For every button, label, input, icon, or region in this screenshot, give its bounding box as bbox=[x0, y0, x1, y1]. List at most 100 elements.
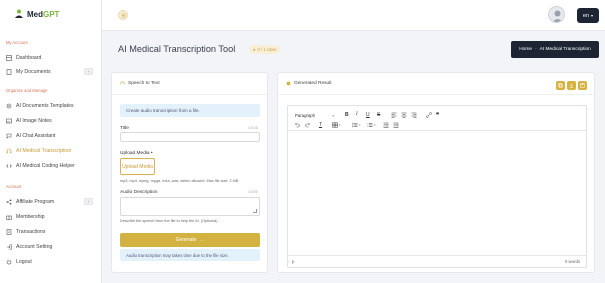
save-icon bbox=[580, 83, 585, 88]
audio-description-textarea[interactable] bbox=[120, 197, 260, 216]
clear-format-button[interactable]: T bbox=[319, 122, 322, 128]
sidebar-item-membership[interactable]: Membership bbox=[6, 211, 96, 222]
word-count: 0 words bbox=[564, 259, 580, 264]
upload-media-button[interactable]: Upload Media bbox=[120, 158, 155, 175]
info-alert: Create audio transcription from a file. bbox=[120, 104, 260, 117]
section-account: Account bbox=[6, 184, 22, 189]
underline-button[interactable]: U bbox=[366, 112, 370, 118]
sidebar-item-label: AI Documents Templates bbox=[16, 102, 74, 109]
power-icon bbox=[6, 259, 12, 264]
sidebar-item-ai-medical-transcription[interactable]: AI Medical Transcription bbox=[6, 145, 96, 156]
description-char-count: 0/200 bbox=[248, 190, 258, 194]
quote-button[interactable]: ❞ bbox=[436, 112, 439, 119]
sidebar-toggle-button[interactable] bbox=[118, 10, 128, 20]
avatar[interactable] bbox=[548, 6, 565, 23]
sidebar-item-label: Transactions bbox=[16, 228, 46, 235]
undo-button[interactable] bbox=[294, 122, 300, 128]
speech-to-text-card: Speech to Text Create audio transcriptio… bbox=[111, 72, 268, 273]
resize-handle[interactable] bbox=[253, 209, 257, 213]
card-title: Speech to Text bbox=[128, 81, 160, 86]
table-icon bbox=[332, 122, 338, 128]
sidebar-item-affiliate-program[interactable]: Affiliate Program + bbox=[6, 196, 96, 207]
expand-badge[interactable]: + bbox=[84, 68, 93, 75]
audio-description-label: Audio Description bbox=[120, 190, 158, 195]
card-title: Generated Result bbox=[294, 81, 332, 86]
sidebar-item-label: Affiliate Program bbox=[16, 198, 55, 205]
rich-text-editor[interactable]: Paragraph ▾ B I U S ❞ T ▾ ▾ ▾ p 0 words bbox=[287, 105, 587, 268]
generated-result-card: Generated Result Paragraph ▾ B I U S ❞ T bbox=[277, 72, 595, 273]
link-button[interactable] bbox=[426, 112, 432, 118]
align-center-button[interactable] bbox=[401, 112, 407, 118]
bullet-list-button[interactable]: ▾ bbox=[352, 122, 361, 128]
card-header: Speech to Text bbox=[112, 73, 267, 95]
breadcrumb-separator: - bbox=[535, 47, 537, 52]
headphones-icon bbox=[6, 148, 12, 153]
sidebar-item-account-setting[interactable]: Account Setting bbox=[6, 241, 96, 252]
section-my-account: My Account bbox=[6, 40, 28, 45]
generate-button[interactable]: Generate → bbox=[120, 233, 260, 247]
editor-toolbar: Paragraph ▾ B I U S ❞ T ▾ ▾ ▾ bbox=[288, 106, 586, 131]
receipt-icon bbox=[6, 228, 12, 235]
sidebar-item-label: AI Chat Assistant bbox=[16, 132, 56, 139]
title-input[interactable] bbox=[120, 132, 260, 142]
align-left-button[interactable] bbox=[391, 112, 397, 118]
sidebar-item-label: My Documents bbox=[16, 68, 51, 75]
language-label: en bbox=[582, 12, 590, 19]
italic-button[interactable]: I bbox=[356, 112, 358, 117]
paragraph-format-select[interactable]: Paragraph ▾ bbox=[293, 112, 336, 119]
medgpt-logo-icon bbox=[15, 9, 23, 18]
chevron-down-icon: ▾ bbox=[591, 13, 594, 18]
sidebar-item-label: Account Setting bbox=[16, 243, 53, 250]
usage-badge: ● 0 / 1 Uses bbox=[249, 45, 281, 54]
sidebar-item-dashboard[interactable]: Dashboard bbox=[6, 52, 96, 63]
numbered-list-icon bbox=[367, 123, 373, 127]
strikethrough-button[interactable]: S bbox=[377, 112, 380, 118]
sidebar-item-ai-chat-assistant[interactable]: AI Chat Assistant bbox=[6, 130, 96, 141]
copy-button[interactable] bbox=[556, 81, 565, 90]
login-icon bbox=[6, 244, 12, 249]
code-icon bbox=[6, 163, 12, 168]
logo-text-part1: Med bbox=[27, 9, 43, 19]
sidebar-item-ai-medical-coding-helper[interactable]: AI Medical Coding Helper bbox=[6, 160, 96, 171]
align-center-icon bbox=[401, 112, 407, 118]
breadcrumb-home[interactable]: Home bbox=[519, 47, 532, 52]
chevron-down-icon: ▾ bbox=[339, 123, 341, 127]
topbar: en ▾ bbox=[102, 0, 605, 31]
section-organize: Organize and Manage bbox=[6, 88, 48, 93]
bold-button[interactable]: B bbox=[345, 112, 349, 118]
dashboard-icon bbox=[6, 54, 12, 61]
outdent-button[interactable] bbox=[383, 122, 389, 128]
gift-icon bbox=[6, 215, 12, 220]
sidebar-item-label: AI Image Notes bbox=[16, 117, 52, 124]
paragraph-format-value: Paragraph bbox=[295, 113, 316, 118]
generate-label: Generate bbox=[175, 237, 197, 243]
sidebar-item-ai-documents-templates[interactable]: AI Documents Templates bbox=[6, 100, 96, 111]
sidebar-item-logout[interactable]: Logout bbox=[6, 256, 96, 267]
card-header: Generated Result bbox=[278, 73, 594, 95]
sidebar-item-transactions[interactable]: Transactions bbox=[6, 226, 96, 237]
numbered-list-button[interactable]: ▾ bbox=[367, 122, 376, 128]
sidebar-item-ai-image-notes[interactable]: AI Image Notes bbox=[6, 115, 96, 126]
align-right-button[interactable] bbox=[411, 112, 417, 118]
redo-button[interactable] bbox=[305, 122, 311, 128]
download-button[interactable] bbox=[567, 81, 576, 90]
sidebar-item-my-documents[interactable]: My Documents + bbox=[6, 66, 96, 77]
expand-badge[interactable]: + bbox=[84, 198, 93, 205]
undo-icon bbox=[294, 122, 300, 128]
indent-button[interactable] bbox=[393, 122, 399, 128]
note-alert: Audio transcription may takes time due t… bbox=[120, 249, 260, 261]
editor-status-bar: p 0 words bbox=[288, 255, 586, 267]
save-button[interactable] bbox=[578, 81, 587, 90]
title-char-count: 0/100 bbox=[248, 126, 258, 130]
table-button[interactable]: ▾ bbox=[332, 122, 341, 128]
breadcrumb: Home - AI Medical Transcription bbox=[511, 41, 599, 58]
info-icon: ● bbox=[253, 47, 256, 52]
language-dropdown[interactable]: en ▾ bbox=[577, 8, 599, 23]
chevron-down-icon: ▾ bbox=[332, 113, 334, 118]
download-icon bbox=[569, 83, 574, 88]
align-right-icon bbox=[411, 112, 417, 118]
headphones-icon bbox=[120, 81, 125, 85]
logo[interactable]: MedGPT bbox=[14, 9, 59, 19]
share-icon bbox=[6, 199, 12, 204]
gear-icon bbox=[6, 103, 12, 108]
